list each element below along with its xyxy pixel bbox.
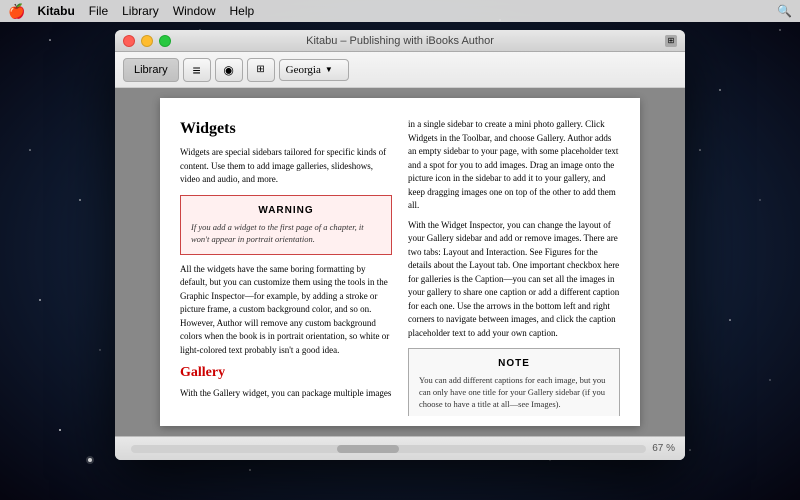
page-content: Widgets Widgets are special sidebars tai… bbox=[160, 98, 640, 426]
expand-button[interactable]: ⊞ bbox=[665, 35, 677, 47]
library-menu[interactable]: Library bbox=[122, 4, 159, 18]
window-title: Kitabu – Publishing with iBooks Author bbox=[306, 35, 494, 47]
maximize-button[interactable] bbox=[159, 35, 171, 47]
note-text: You can add different captions for each … bbox=[419, 375, 609, 411]
file-menu[interactable]: File bbox=[89, 4, 108, 18]
widgets-intro: Widgets are special sidebars tailored fo… bbox=[180, 146, 392, 187]
titlebar: Kitabu – Publishing with iBooks Author ⊞ bbox=[115, 30, 685, 52]
right-para2: With the Widget Inspector, you can chang… bbox=[408, 219, 620, 341]
traffic-lights bbox=[123, 35, 171, 47]
toc-button[interactable]: ≡ bbox=[183, 58, 211, 82]
toolbar: Library ≡ ◉ ⊞ Georgia ▼ bbox=[115, 52, 685, 88]
apple-menu[interactable]: 🍎 bbox=[8, 3, 25, 20]
menu-bar: 🍎 Kitabu File Library Window Help 🔍 bbox=[0, 0, 800, 22]
warning-text: If you add a widget to the first page of… bbox=[191, 222, 381, 246]
page-area: Widgets Widgets are special sidebars tai… bbox=[115, 88, 685, 436]
help-menu[interactable]: Help bbox=[230, 4, 255, 18]
widgets-body: All the widgets have the same boring for… bbox=[180, 263, 392, 358]
font-selector[interactable]: Georgia ▼ bbox=[279, 59, 349, 81]
note-box: NOTE You can add different captions for … bbox=[408, 348, 620, 416]
note-title: NOTE bbox=[419, 357, 609, 371]
right-intro: in a single sidebar to create a mini pho… bbox=[408, 118, 620, 213]
minimize-button[interactable] bbox=[141, 35, 153, 47]
zoom-level: 67 % bbox=[652, 443, 675, 454]
close-button[interactable] bbox=[123, 35, 135, 47]
warning-title: WARNING bbox=[191, 204, 381, 218]
gallery-intro: With the Gallery widget, you can package… bbox=[180, 387, 392, 401]
left-column: Widgets Widgets are special sidebars tai… bbox=[180, 118, 392, 416]
scroll-thumb[interactable] bbox=[337, 445, 399, 453]
options-button[interactable]: ◉ bbox=[215, 58, 243, 82]
library-button[interactable]: Library bbox=[123, 58, 179, 82]
warning-box: WARNING If you add a widget to the first… bbox=[180, 195, 392, 255]
bottom-bar: 67 % bbox=[115, 436, 685, 460]
main-window: Kitabu – Publishing with iBooks Author ⊞… bbox=[115, 30, 685, 460]
columns-button[interactable]: ⊞ bbox=[247, 58, 275, 82]
app-menu[interactable]: Kitabu bbox=[37, 4, 74, 18]
right-column: in a single sidebar to create a mini pho… bbox=[408, 118, 620, 416]
scroll-track[interactable] bbox=[131, 445, 646, 453]
widgets-heading: Widgets bbox=[180, 118, 392, 140]
gallery-heading: Gallery bbox=[180, 363, 392, 383]
window-menu[interactable]: Window bbox=[173, 4, 216, 18]
search-icon[interactable]: 🔍 bbox=[777, 4, 792, 18]
